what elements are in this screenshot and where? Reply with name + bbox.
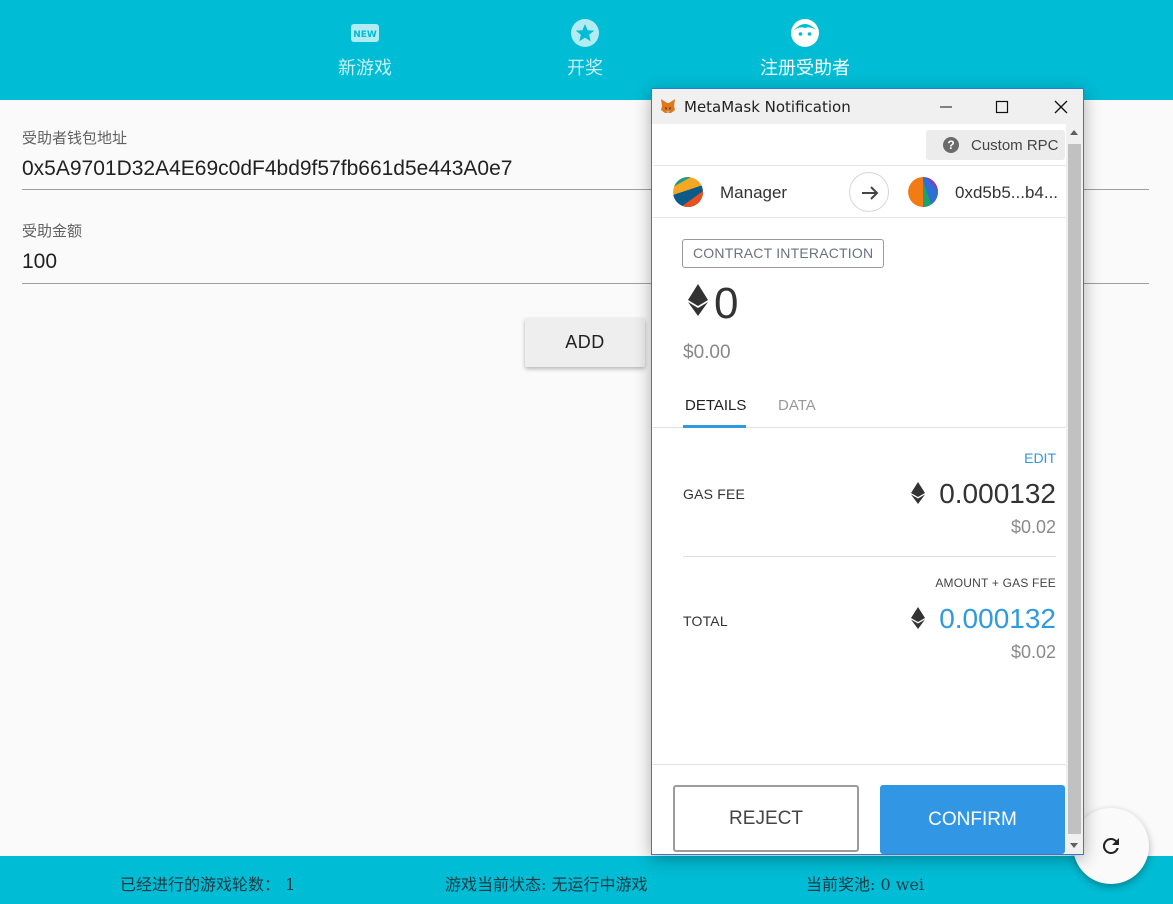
notification-content: ? Custom RPC Manager 0xd5b5...b4... CONT… [653,124,1066,854]
network-selector[interactable]: ? Custom RPC [926,130,1065,160]
nav-label: 新游戏 [338,58,392,79]
scroll-up-icon[interactable] [1070,130,1078,135]
refresh-button[interactable] [1073,808,1149,884]
nav-item-register-beneficiary[interactable]: 注册受助者 [750,18,860,80]
to-account-avatar [908,177,938,207]
svg-text:NEW: NEW [353,30,377,40]
star-icon [571,19,599,47]
ethereum-icon [911,607,925,629]
section-divider [683,556,1056,557]
maximize-icon [995,100,1009,114]
reject-button[interactable]: REJECT [673,785,859,852]
active-tab-indicator [683,425,746,428]
total-fiat: $0.02 [1010,642,1056,662]
detail-tabs: DETAILS DATA [653,382,1066,428]
to-account-address: 0xd5b5...b4... [955,183,1059,202]
close-icon [1054,100,1068,114]
arrow-right-icon [862,186,879,200]
tab-data[interactable]: DATA [778,397,816,414]
refresh-icon [1102,838,1119,854]
metamask-notification-window: MetaMask Notification ? Custom RPC Manag… [651,88,1084,855]
window-title-bar: MetaMask Notification [652,89,1083,124]
edit-gas-link[interactable]: EDIT [1024,450,1056,466]
add-button[interactable]: ADD [525,318,645,367]
gas-fee-fiat: $0.02 [1010,517,1056,537]
top-nav-bar: NEW 新游戏 开奖 注册受助者 [0,0,1173,100]
gas-fee-amount: 0.000132 [939,478,1056,509]
scrollbar[interactable] [1066,124,1083,854]
game-state-text: 游戏当前状态: 无运行中游戏 [445,875,648,894]
window-title: MetaMask Notification [684,98,851,116]
metamask-fox-icon [661,99,675,113]
gas-fee-label: GAS FEE [683,486,746,502]
face-icon [791,19,819,47]
nav-item-draw[interactable]: 开奖 [530,18,640,80]
scroll-down-icon[interactable] [1070,843,1078,848]
transaction-amount: 0 [714,279,739,328]
status-bar: 已经进行的游戏轮数： 1 游戏当前状态: 无运行中游戏 当前奖池: 0 wei [0,856,1173,904]
scrollbar-thumb[interactable] [1068,144,1081,834]
total-amount: 0.000132 [939,603,1056,634]
from-account-name: Manager [720,183,788,202]
help-icon: ? [943,137,959,153]
new-badge-icon: NEW [351,24,379,42]
transfer-arrow [849,172,889,212]
network-name: Custom RPC [971,137,1059,154]
maximize-button[interactable] [979,89,1025,124]
transaction-amount-fiat: $0.00 [683,342,731,363]
ethereum-icon [688,284,708,316]
minimize-button[interactable] [923,89,969,124]
total-label: TOTAL [683,613,728,629]
from-account-avatar [673,177,703,207]
tab-details[interactable]: DETAILS [685,397,746,414]
contract-interaction-badge: CONTRACT INTERACTION [682,239,885,268]
ethereum-icon [911,482,925,504]
minimize-icon [940,106,952,108]
account-transfer-row: Manager 0xd5b5...b4... [653,165,1066,218]
nav-item-new-game[interactable]: NEW 新游戏 [310,18,420,80]
nav-label: 注册受助者 [760,58,850,79]
close-button[interactable] [1038,89,1083,124]
prize-pool-text: 当前奖池: 0 wei [806,875,925,894]
total-caption: AMOUNT + GAS FEE [935,576,1056,590]
confirm-button[interactable]: CONFIRM [880,785,1065,854]
nav-label: 开奖 [567,58,603,79]
rounds-count-text: 已经进行的游戏轮数： 1 [120,875,296,894]
footer-divider [653,764,1066,765]
